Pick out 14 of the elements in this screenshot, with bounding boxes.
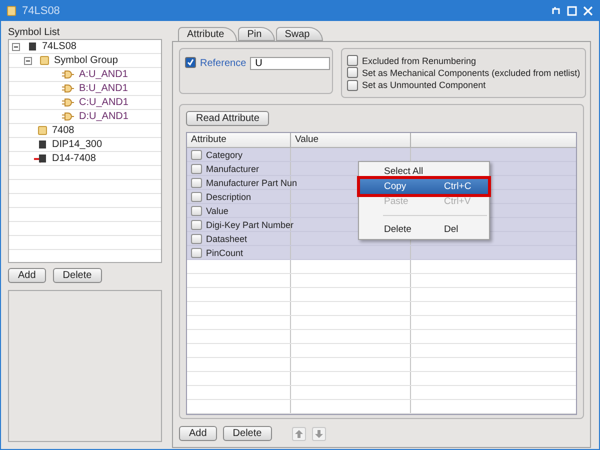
reference-label: Reference <box>200 57 246 70</box>
attribute-name: Value <box>206 206 228 216</box>
attribute-name: Category <box>206 150 243 160</box>
option-label: Set as Unmounted Component <box>362 80 486 90</box>
attribute-name: Datasheet <box>206 234 248 244</box>
attribute-name: Manufacturer Part Nun <box>206 178 298 188</box>
window-title: 74LS08 <box>22 5 61 17</box>
option-label: Excluded from Renumbering <box>362 56 476 66</box>
attribute-name: Digi-Key Part Number <box>206 220 294 230</box>
attribute-name: Manufacturer <box>206 164 260 174</box>
attribute-name: PinCount <box>206 248 244 258</box>
panel-label: Symbol List <box>8 27 61 39</box>
option-label: Set as Mechanical Components (excluded from netlist) <box>362 68 580 78</box>
attribute-name: Description <box>206 192 252 202</box>
